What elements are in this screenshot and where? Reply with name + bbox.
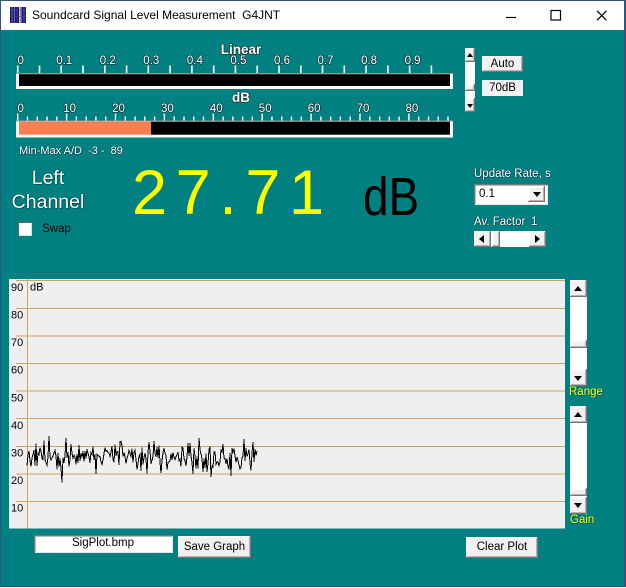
svg-text:40: 40: [11, 420, 23, 432]
svg-text:0.9: 0.9: [405, 55, 421, 67]
svg-text:0: 0: [17, 103, 23, 115]
svg-text:20: 20: [11, 475, 23, 487]
svg-text:0.8: 0.8: [361, 55, 377, 67]
svg-text:dB: dB: [232, 90, 250, 105]
svg-text:30: 30: [161, 103, 174, 115]
svg-text:30: 30: [11, 448, 23, 460]
svg-text:0.6: 0.6: [274, 55, 290, 67]
svg-text:10: 10: [63, 103, 76, 115]
svg-text:10: 10: [11, 503, 23, 515]
svg-text:60: 60: [11, 365, 23, 377]
svg-text:80: 80: [11, 310, 23, 322]
svg-text:80: 80: [406, 103, 419, 115]
svg-text:0.2: 0.2: [100, 55, 116, 67]
svg-text:70: 70: [357, 103, 370, 115]
svg-text:70: 70: [11, 337, 23, 349]
svg-text:60: 60: [308, 103, 321, 115]
svg-text:0.5: 0.5: [230, 55, 246, 67]
svg-text:0: 0: [17, 55, 23, 67]
svg-text:50: 50: [259, 103, 272, 115]
svg-text:0.3: 0.3: [143, 55, 159, 67]
svg-text:40: 40: [210, 103, 223, 115]
svg-text:0.1: 0.1: [56, 55, 72, 67]
svg-text:dB: dB: [30, 281, 43, 293]
svg-text:0.4: 0.4: [187, 55, 204, 67]
svg-text:0.7: 0.7: [318, 55, 334, 67]
svg-text:20: 20: [112, 103, 125, 115]
svg-text:50: 50: [11, 392, 23, 404]
svg-text:90: 90: [11, 282, 23, 294]
